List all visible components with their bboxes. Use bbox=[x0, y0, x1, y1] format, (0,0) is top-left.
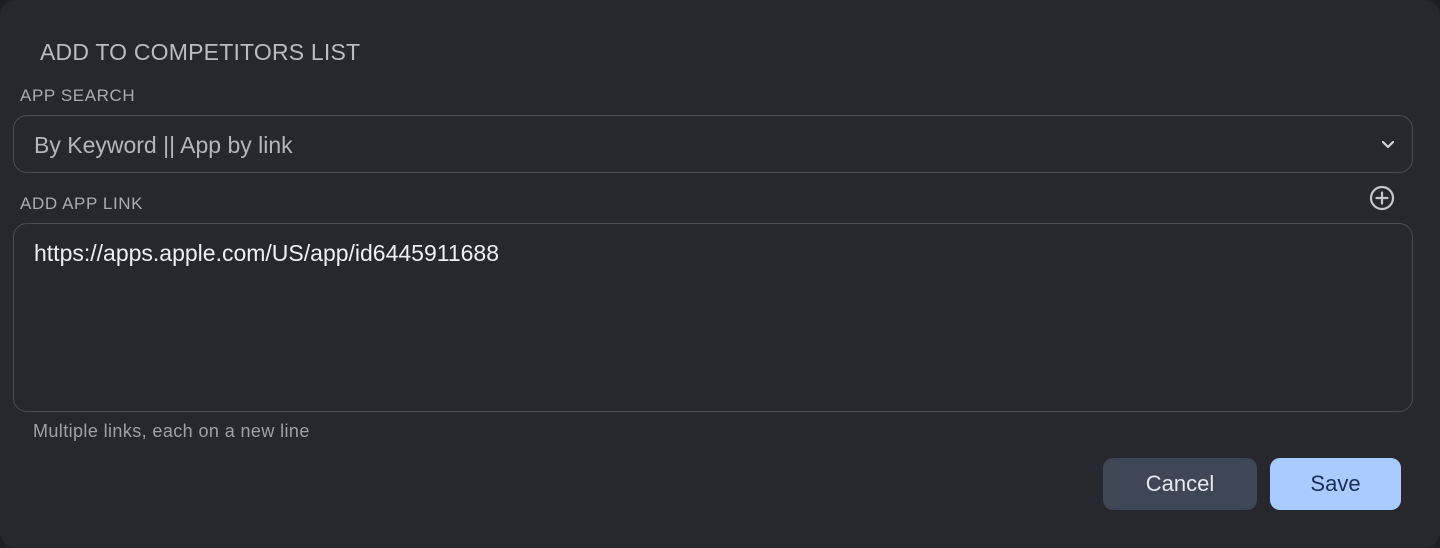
app-link-textarea-value: https://apps.apple.com/US/app/id64459116… bbox=[34, 240, 500, 266]
plus-circle-icon[interactable] bbox=[1368, 184, 1396, 212]
chevron-down-icon bbox=[1381, 140, 1395, 149]
app-search-select[interactable]: By Keyword || App by link bbox=[13, 115, 1413, 173]
add-competitor-dialog: ADD TO COMPETITORS LIST APP SEARCH By Ke… bbox=[0, 0, 1440, 548]
app-link-textarea[interactable]: https://apps.apple.com/US/app/id64459116… bbox=[13, 223, 1413, 412]
cancel-button[interactable]: Cancel bbox=[1103, 458, 1257, 510]
add-app-link-label: ADD APP LINK bbox=[20, 194, 144, 213]
app-search-label: APP SEARCH bbox=[20, 86, 136, 105]
save-button[interactable]: Save bbox=[1270, 458, 1401, 510]
app-search-selected-value: By Keyword || App by link bbox=[34, 132, 293, 158]
app-link-helper-text: Multiple links, each on a new line bbox=[33, 421, 310, 441]
dialog-title: ADD TO COMPETITORS LIST bbox=[40, 39, 361, 65]
